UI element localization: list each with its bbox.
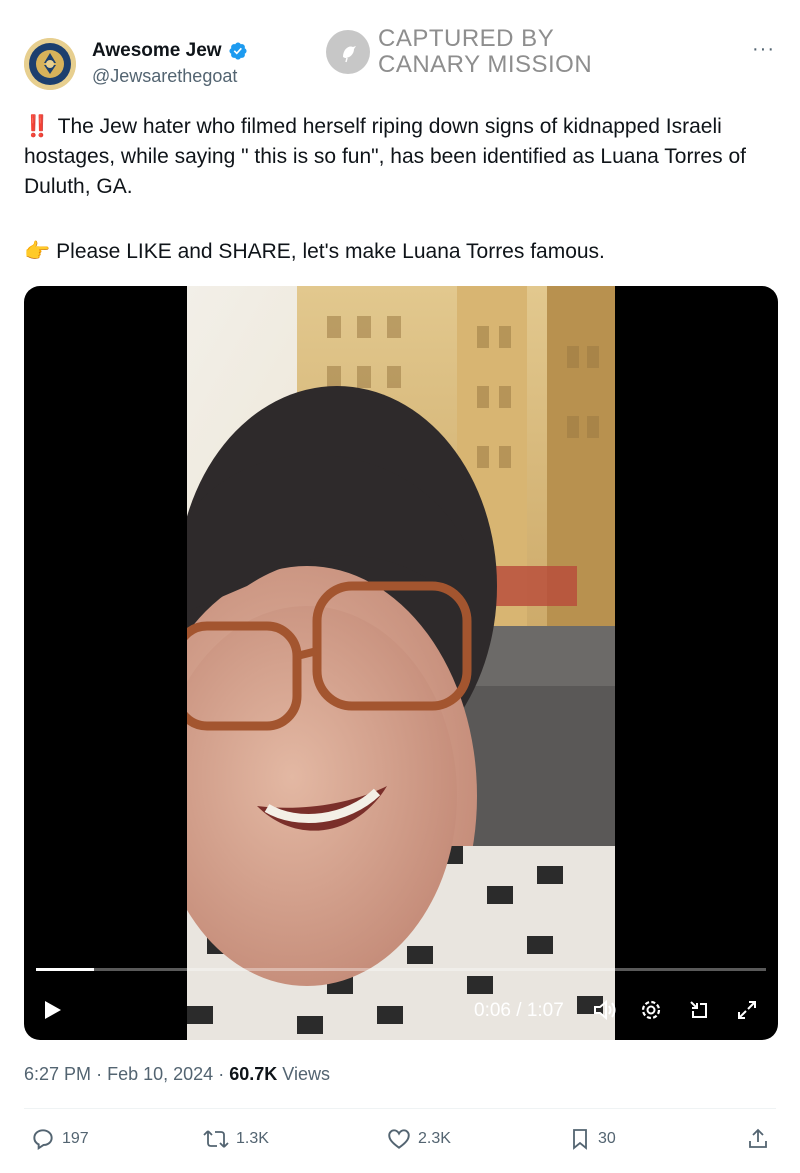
video-progress-bar[interactable]	[36, 968, 766, 971]
video-player[interactable]: 0:06 / 1:07	[24, 286, 778, 1040]
share-icon	[749, 1128, 767, 1148]
double-exclamation-icon: ‼️	[24, 115, 51, 138]
watermark-text: CAPTURED BY CANARY MISSION	[378, 26, 592, 78]
video-time: 0:06 / 1:07	[474, 1000, 564, 1021]
repost-count: 1.3K	[236, 1130, 269, 1147]
share-button[interactable]	[746, 1126, 776, 1152]
watermark-line2: CANARY MISSION	[378, 51, 593, 78]
watermark-line1: CAPTURED BY	[378, 25, 555, 52]
reply-icon	[33, 1129, 53, 1151]
repost-button[interactable]: 1.3K	[202, 1126, 269, 1152]
reply-count: 197	[62, 1130, 89, 1147]
tweet-paragraph-2: 👉 Please LIKE and SHARE, let's make Luana…	[24, 237, 764, 267]
tweet-paragraph-1-text: The Jew hater who filmed herself riping …	[24, 115, 746, 198]
bookmark-count: 30	[598, 1130, 616, 1147]
tweet-meta: 6:27 PM · Feb 10, 2024 · 60.7K Views	[24, 1064, 330, 1085]
like-button[interactable]: 2.3K	[386, 1126, 451, 1152]
author-name[interactable]: Awesome Jew	[92, 40, 222, 62]
bookmark-icon	[573, 1129, 587, 1150]
meta-separator-2: ·	[218, 1064, 225, 1084]
tweet-paragraph-2-text: Please LIKE and SHARE, let's make Luana …	[56, 240, 605, 263]
divider	[24, 1108, 776, 1109]
tweet-actions: 197 1.3K 2.3K 30	[24, 1126, 776, 1160]
minimize-icon[interactable]	[684, 990, 714, 1030]
views-label: Views	[282, 1064, 330, 1084]
verified-badge-icon	[229, 42, 247, 60]
fullscreen-icon[interactable]	[732, 990, 762, 1030]
meta-separator: ·	[96, 1064, 103, 1084]
tweet-text: ‼️ The Jew hater who filmed herself ripi…	[24, 112, 764, 267]
settings-icon[interactable]	[636, 990, 666, 1030]
author-avatar[interactable]	[24, 38, 76, 90]
tweet-time[interactable]: 6:27 PM	[24, 1064, 91, 1084]
video-progress-fill	[36, 968, 95, 971]
views-count: 60.7K	[229, 1064, 278, 1084]
more-icon[interactable]: ···	[752, 38, 775, 61]
author-name-row[interactable]: Awesome Jew	[92, 40, 248, 62]
bookmark-button[interactable]: 30	[568, 1126, 616, 1152]
tweet-date[interactable]: Feb 10, 2024	[107, 1064, 213, 1084]
avatar-logo-icon	[24, 38, 76, 90]
reply-button[interactable]: 197	[30, 1126, 89, 1152]
author-handle[interactable]: @Jewsarethegoat	[92, 66, 237, 87]
canary-logo-icon	[326, 30, 370, 74]
tweet-paragraph-1: ‼️ The Jew hater who filmed herself ripi…	[24, 112, 764, 202]
repost-icon	[203, 1130, 229, 1148]
canary-watermark: CAPTURED BY CANARY MISSION	[326, 26, 592, 78]
play-icon[interactable]	[38, 990, 66, 1030]
volume-icon[interactable]	[590, 990, 620, 1030]
like-count: 2.3K	[418, 1130, 451, 1147]
video-thumbnail	[187, 286, 615, 1040]
video-frame[interactable]	[187, 286, 615, 1040]
video-controls: 0:06 / 1:07	[24, 990, 778, 1030]
like-icon	[388, 1129, 410, 1149]
pointing-hand-icon: 👉	[24, 240, 51, 263]
